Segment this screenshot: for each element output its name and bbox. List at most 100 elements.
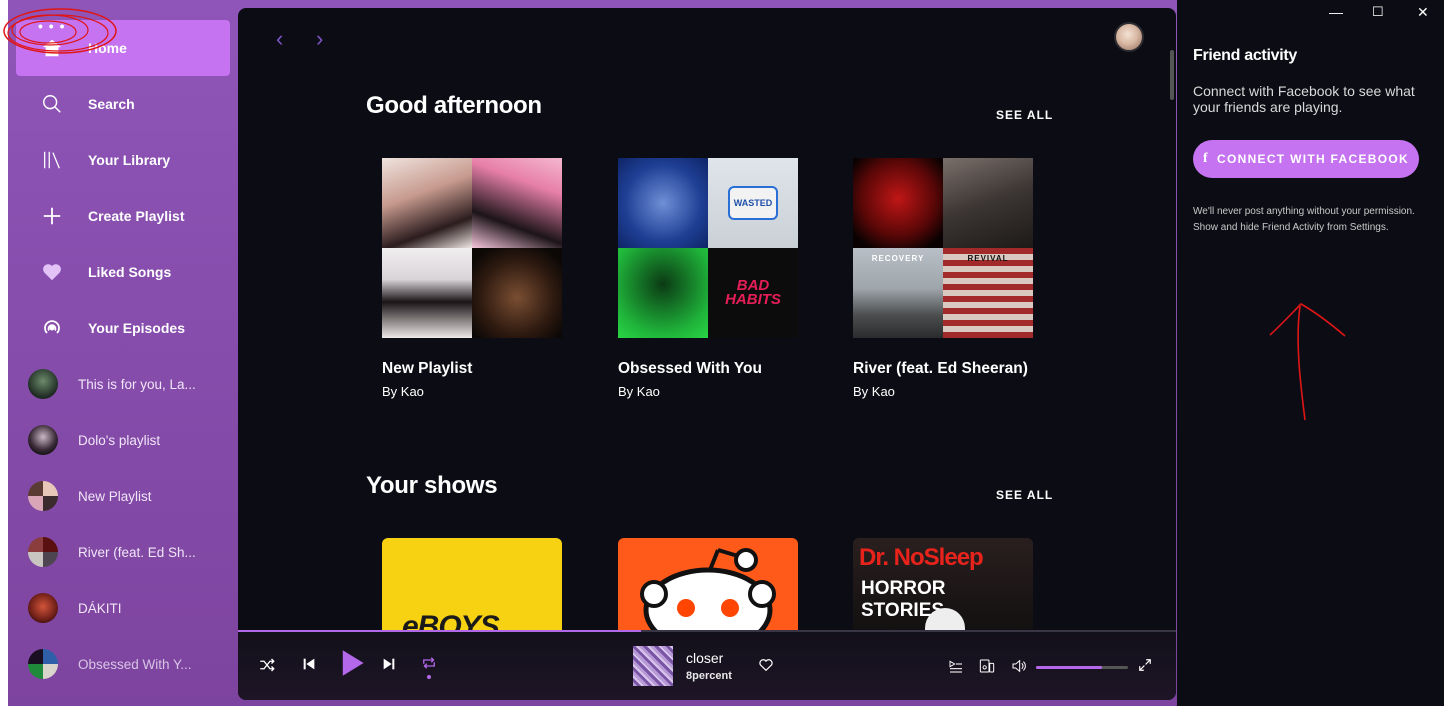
sidebar-item-liked-songs[interactable]: Liked Songs [16, 244, 230, 300]
facebook-icon: f [1203, 151, 1209, 166]
reddit-icon [640, 548, 776, 632]
show-card[interactable]: Dr. NoSleep HORROR STORIES [853, 538, 1033, 632]
fullscreen-button[interactable] [1138, 658, 1152, 672]
shuffle-button[interactable] [258, 656, 276, 674]
heart-outline-icon [759, 659, 773, 672]
friend-activity-note: We'll never post anything without your p… [1193, 206, 1415, 233]
playlist-card[interactable]: WASTED BAD HABITS Obsessed With You By K… [618, 158, 798, 399]
devices-button[interactable] [979, 658, 995, 674]
album-art-text: BAD HABITS [725, 277, 781, 308]
sidebar-item-your-episodes[interactable]: Your Episodes [16, 300, 230, 356]
playlist-avatar [28, 425, 58, 455]
like-button[interactable] [758, 657, 774, 673]
sidebar-playlist-item[interactable]: Dolo's playlist [16, 412, 230, 468]
friend-activity-text: Connect with Facebook to see what your f… [1193, 83, 1415, 115]
sidebar-item-label: Create Playlist [88, 208, 185, 224]
see-all-link[interactable]: SEE ALL [996, 108, 1053, 122]
playlist-label: This is for you, La... [78, 376, 196, 392]
sidebar-item-library[interactable]: Your Library [16, 132, 230, 188]
maximize-button[interactable]: ☐ [1372, 4, 1384, 20]
card-title: River (feat. Ed Sheeran) [853, 360, 1028, 377]
play-button[interactable] [338, 648, 366, 678]
main-view: ‹ › Good afternoon SEE ALL New Playlist … [238, 8, 1176, 700]
player-bar: closer 8percent [238, 632, 1176, 700]
library-icon [16, 149, 88, 171]
playlist-label: River (feat. Ed Sh... [78, 544, 196, 560]
sidebar-item-label: Your Episodes [88, 320, 185, 336]
user-avatar[interactable] [1114, 22, 1144, 52]
playlist-avatar [28, 369, 58, 399]
card-subtitle: By Kao [618, 384, 660, 399]
repeat-icon [423, 657, 435, 669]
sidebar-item-search[interactable]: Search [16, 76, 230, 132]
sidebar-item-label: Liked Songs [88, 264, 172, 280]
skip-forward-icon [383, 658, 395, 670]
album-art-text: RECOVERY [871, 254, 925, 263]
queue-icon [949, 660, 962, 673]
forward-button[interactable]: › [316, 26, 323, 52]
scrollbar[interactable] [1170, 50, 1174, 100]
playlist-avatar [28, 649, 58, 679]
card-title: New Playlist [382, 360, 473, 377]
previous-button[interactable] [301, 656, 317, 672]
volume-icon [1012, 659, 1026, 673]
close-button[interactable]: ✕ [1417, 4, 1429, 21]
sidebar-item-create-playlist[interactable]: Create Playlist [16, 188, 230, 244]
window-border [0, 0, 8, 706]
volume-button[interactable] [1011, 658, 1027, 674]
minimize-button[interactable]: — [1329, 4, 1343, 20]
album-art-text: WASTED [727, 186, 779, 220]
show-art-text: eBOYS [402, 610, 500, 632]
section-title: Good afternoon [366, 92, 542, 119]
now-playing-cover[interactable] [633, 646, 673, 686]
playlist-card[interactable]: New Playlist By Kao [382, 158, 562, 399]
next-button[interactable] [381, 656, 397, 672]
show-card[interactable] [618, 538, 798, 632]
devices-icon [979, 659, 995, 673]
volume-slider[interactable] [1036, 666, 1128, 669]
friend-activity-panel: Friend activity Connect with Facebook to… [1177, 0, 1444, 706]
shuffle-icon [260, 658, 275, 672]
queue-button[interactable] [948, 658, 964, 674]
playlist-label: New Playlist [78, 488, 152, 504]
card-title: Obsessed With You [618, 360, 762, 377]
show-card[interactable]: eBOYS [382, 538, 562, 632]
repeat-button[interactable] [420, 654, 438, 679]
podcast-icon [16, 316, 88, 340]
playlist-card[interactable]: RECOVERY REVIVAL River (feat. Ed Sheeran… [853, 158, 1033, 399]
expand-icon [1139, 659, 1151, 671]
now-playing-title[interactable]: closer [686, 650, 723, 666]
album-art-text: REVIVAL [967, 254, 1009, 263]
playlist-label: Dolo's playlist [78, 432, 161, 448]
back-button[interactable]: ‹ [276, 26, 283, 52]
sidebar: Home • • • Search Your Library Create Pl… [8, 0, 238, 706]
sidebar-item-label: Your Library [88, 152, 171, 168]
sidebar-playlist-item[interactable]: New Playlist [16, 468, 230, 524]
home-icon [16, 37, 88, 59]
sidebar-item-label: Home [88, 40, 127, 56]
section-title: Your shows [366, 472, 498, 499]
sidebar-playlist-item[interactable]: River (feat. Ed Sh... [16, 524, 230, 580]
see-all-link[interactable]: SEE ALL [996, 488, 1053, 502]
heart-icon [16, 261, 88, 283]
connect-facebook-label: CONNECT WITH FACEBOOK [1217, 152, 1409, 166]
card-subtitle: By Kao [382, 384, 424, 399]
menu-dots-icon[interactable]: • • • [38, 18, 65, 34]
top-bar: ‹ › [238, 8, 1176, 68]
plus-icon [16, 205, 88, 227]
sidebar-playlist-item[interactable]: This is for you, La... [16, 356, 230, 412]
show-art-text: Dr. NoSleep [859, 544, 984, 571]
playlist-label: Obsessed With Y... [78, 656, 192, 672]
sidebar-playlist-item[interactable]: DÁKITI [16, 580, 230, 636]
playlist-avatar [28, 593, 58, 623]
sidebar-playlist-item[interactable]: Obsessed With Y... [16, 636, 230, 692]
playlist-avatar [28, 481, 58, 511]
connect-facebook-button[interactable]: f CONNECT WITH FACEBOOK [1193, 140, 1419, 178]
now-playing-artist[interactable]: 8percent [686, 670, 732, 682]
playlist-avatar [28, 537, 58, 567]
search-icon [16, 93, 88, 115]
playlist-cover [382, 158, 562, 338]
playlist-cover: WASTED BAD HABITS [618, 158, 798, 338]
friend-activity-title: Friend activity [1193, 47, 1297, 64]
playlist-cover: RECOVERY REVIVAL [853, 158, 1033, 338]
